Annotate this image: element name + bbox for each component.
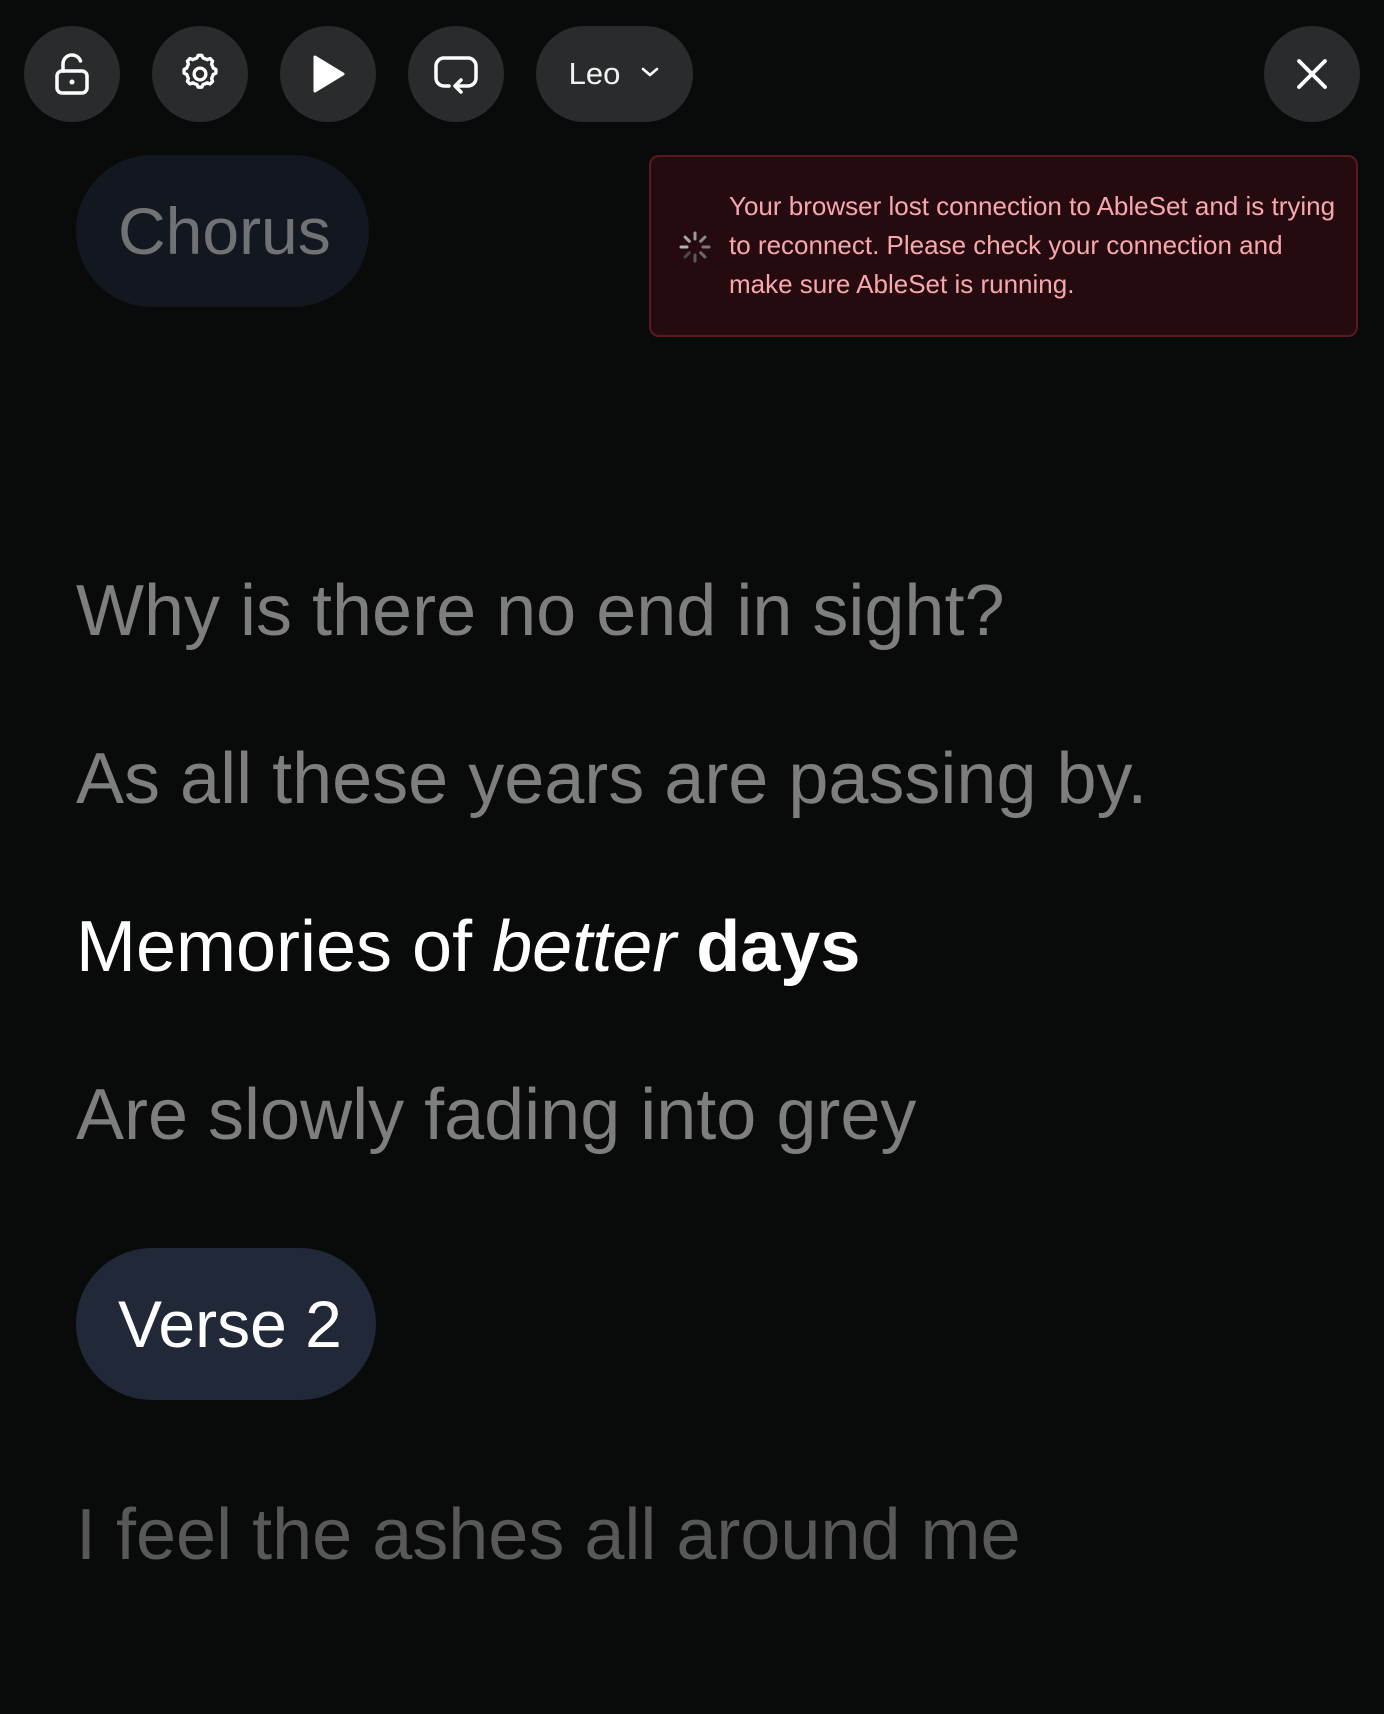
lyric-italic-word: better	[492, 907, 677, 987]
section-chorus[interactable]: Chorus	[76, 155, 369, 307]
current-lyric-line[interactable]: Memories of better days	[76, 902, 860, 992]
lyric-line[interactable]: Why is there no end in sight?	[76, 566, 1005, 656]
lyric-text: Memories of	[76, 907, 493, 987]
gear-icon	[178, 52, 222, 96]
lyric-space	[676, 907, 696, 987]
loop-button[interactable]	[408, 26, 504, 122]
play-icon	[309, 54, 347, 94]
spinner-icon	[679, 231, 711, 268]
close-icon	[1295, 57, 1329, 91]
lyric-line[interactable]: As all these years are passing by.	[76, 734, 1147, 824]
loop-icon	[432, 52, 480, 96]
lock-button[interactable]	[24, 26, 120, 122]
toast-message: Your browser lost connection to AbleSet …	[729, 191, 1336, 299]
section-verse-2[interactable]: Verse 2	[76, 1248, 376, 1400]
lyric-line[interactable]: Are slowly fading into grey	[76, 1070, 916, 1160]
close-button[interactable]	[1264, 26, 1360, 122]
settings-button[interactable]	[152, 26, 248, 122]
speaker-select[interactable]: Leo	[536, 26, 693, 122]
lyric-bold-word: days	[696, 907, 861, 987]
lyric-line[interactable]: I feel the ashes all around me	[76, 1490, 1021, 1580]
connection-error-toast: Your browser lost connection to AbleSet …	[649, 155, 1358, 337]
chevron-down-icon	[640, 65, 660, 83]
play-button[interactable]	[280, 26, 376, 122]
speaker-label: Leo	[568, 56, 621, 91]
unlock-icon	[52, 52, 92, 96]
